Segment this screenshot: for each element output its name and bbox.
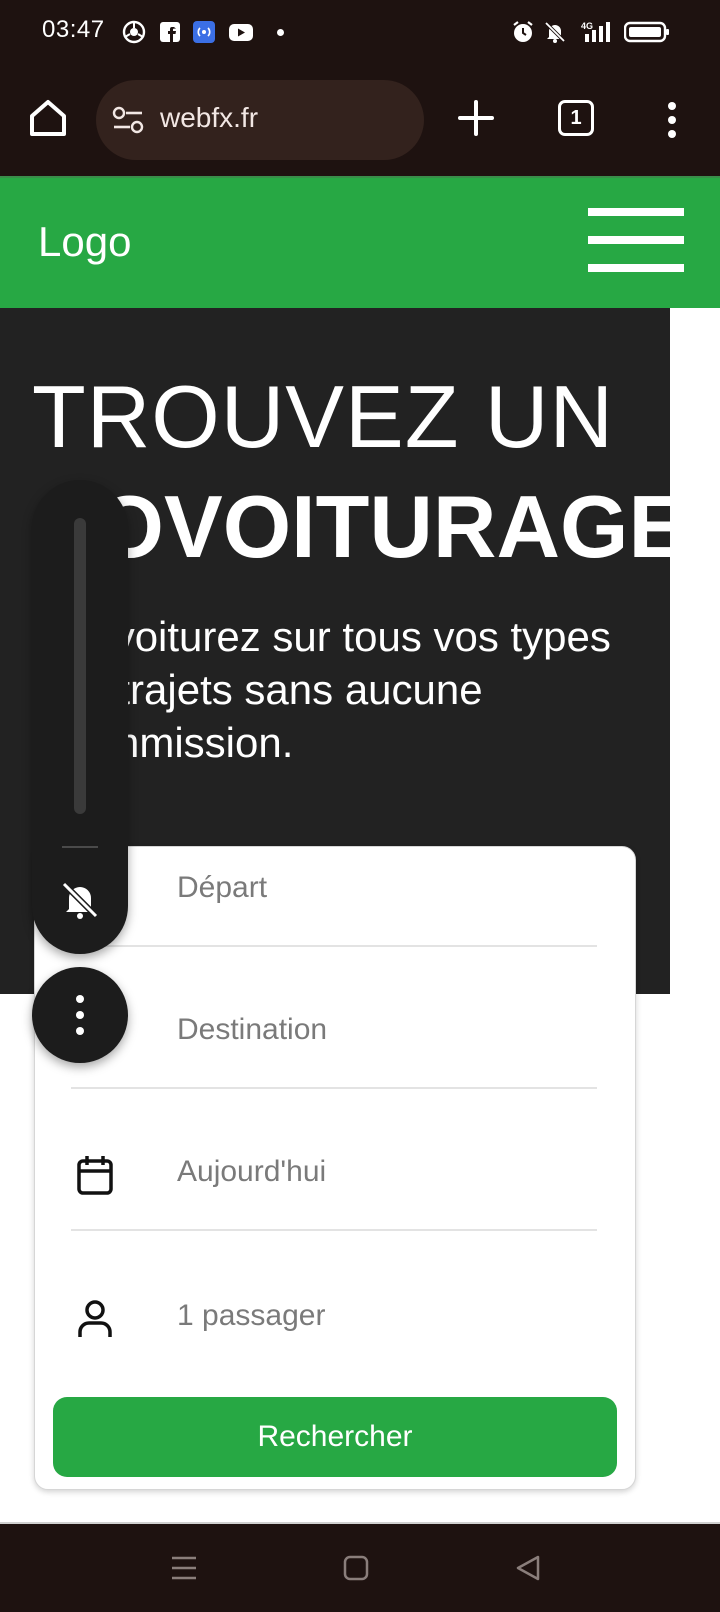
chrome-sync-icon xyxy=(122,20,146,44)
departure-placeholder: Départ xyxy=(177,871,268,904)
hotspot-icon xyxy=(193,21,215,43)
volume-slider[interactable] xyxy=(74,518,86,814)
new-tab-icon[interactable] xyxy=(456,98,496,138)
status-bar: 03:47 4G xyxy=(0,0,720,66)
battery-icon xyxy=(624,21,669,43)
site-logo[interactable]: Logo xyxy=(38,218,131,266)
hero-title-line1: TROUVEZ UN xyxy=(32,367,614,466)
system-nav-bar xyxy=(0,1524,720,1612)
search-button[interactable]: Rechercher xyxy=(53,1397,617,1477)
date-field[interactable]: Aujourd'hui xyxy=(71,1133,597,1213)
hero-subtitle: Covoiturez sur tous vos types de trajets… xyxy=(60,613,611,766)
person-icon xyxy=(78,1300,112,1337)
back-triangle-icon[interactable] xyxy=(514,1554,542,1582)
site-header: Logo xyxy=(0,176,720,308)
mute-bell-icon[interactable] xyxy=(58,878,102,922)
floating-more-button[interactable] xyxy=(32,967,128,1063)
field-divider xyxy=(71,1087,597,1089)
alarm-icon xyxy=(513,21,533,42)
field-divider xyxy=(71,1229,597,1231)
site-settings-icon[interactable] xyxy=(112,106,144,134)
date-value: Aujourd'hui xyxy=(177,1155,327,1188)
vertical-dots-icon xyxy=(76,995,84,1035)
calendar-icon xyxy=(77,1156,113,1195)
search-form: Départ Destination Aujourd'hui 1 passage… xyxy=(34,846,636,1490)
phone-screen: 03:47 4G webfx.fr 1 Logo TROUVEZ UN COVO… xyxy=(0,0,720,1612)
muted-bell-icon xyxy=(544,21,566,43)
address-bar[interactable]: webfx.fr xyxy=(96,80,424,160)
departure-field[interactable]: Départ xyxy=(71,849,597,929)
youtube-icon xyxy=(229,24,253,41)
status-time: 03:47 xyxy=(42,16,105,43)
url-text[interactable]: webfx.fr xyxy=(160,102,258,134)
panel-divider xyxy=(62,846,98,848)
destination-field[interactable]: Destination xyxy=(71,991,597,1071)
hamburger-menu-icon[interactable] xyxy=(588,208,684,272)
browser-toolbar: webfx.fr 1 xyxy=(0,66,720,176)
recents-menu-icon[interactable] xyxy=(170,1554,198,1582)
home-square-icon[interactable] xyxy=(342,1554,370,1582)
destination-placeholder: Destination xyxy=(177,1013,328,1046)
svg-text:4G: 4G xyxy=(581,21,593,31)
field-divider xyxy=(71,945,597,947)
floating-quick-panel[interactable] xyxy=(32,480,128,954)
more-options-icon[interactable] xyxy=(660,100,684,140)
home-icon[interactable] xyxy=(24,94,72,142)
passengers-value: 1 passager xyxy=(177,1299,326,1332)
facebook-icon xyxy=(160,22,180,42)
tab-switcher-button[interactable]: 1 xyxy=(558,100,594,136)
signal-4g-icon: 4G xyxy=(581,21,610,42)
notification-dot xyxy=(277,29,284,36)
passengers-field[interactable]: 1 passager xyxy=(71,1277,597,1357)
